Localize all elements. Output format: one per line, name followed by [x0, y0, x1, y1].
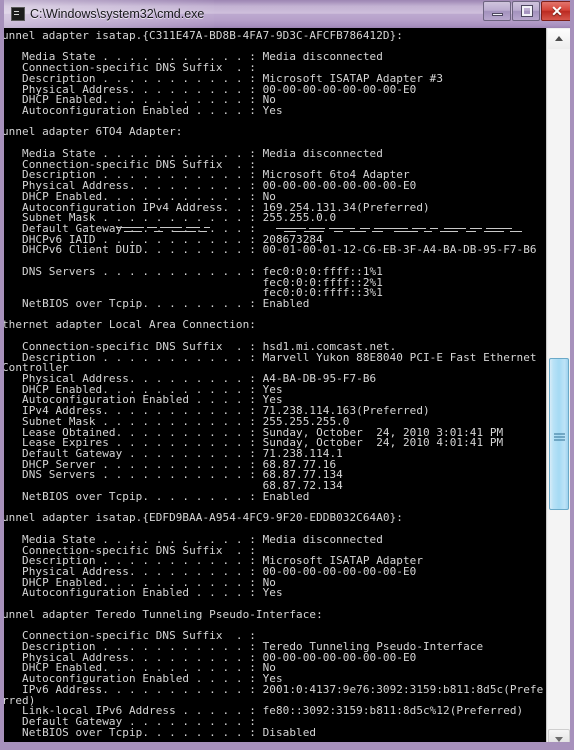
- console-output-text: unnel adapter isatap.{C311E47A-BD8B-4FA7…: [4, 29, 544, 739]
- console-output-area[interactable]: unnel adapter isatap.{C311E47A-BD8B-4FA7…: [4, 28, 554, 746]
- scrollbar-thumb[interactable]: [549, 358, 569, 510]
- triangle-up-icon: [555, 36, 563, 41]
- vertical-scrollbar[interactable]: [546, 28, 570, 746]
- close-icon: ✕: [551, 3, 563, 19]
- minimize-button[interactable]: [483, 1, 511, 21]
- window-title: C:\Windows\system32\cmd.exe: [30, 7, 205, 21]
- scroll-down-arrow-icon[interactable]: [548, 729, 570, 746]
- maximize-restore-button[interactable]: [512, 1, 540, 21]
- cmd-window: C:\Windows\system32\cmd.exe ✕ unnel adap…: [0, 0, 574, 750]
- window-bottom-frame: [4, 742, 570, 746]
- cmd-console-icon: [11, 7, 25, 21]
- scroll-up-arrow-icon[interactable]: [548, 29, 570, 49]
- close-button[interactable]: ✕: [541, 1, 570, 21]
- scrollbar-grip-icon: [554, 433, 565, 435]
- title-bar[interactable]: C:\Windows\system32\cmd.exe ✕: [4, 0, 570, 28]
